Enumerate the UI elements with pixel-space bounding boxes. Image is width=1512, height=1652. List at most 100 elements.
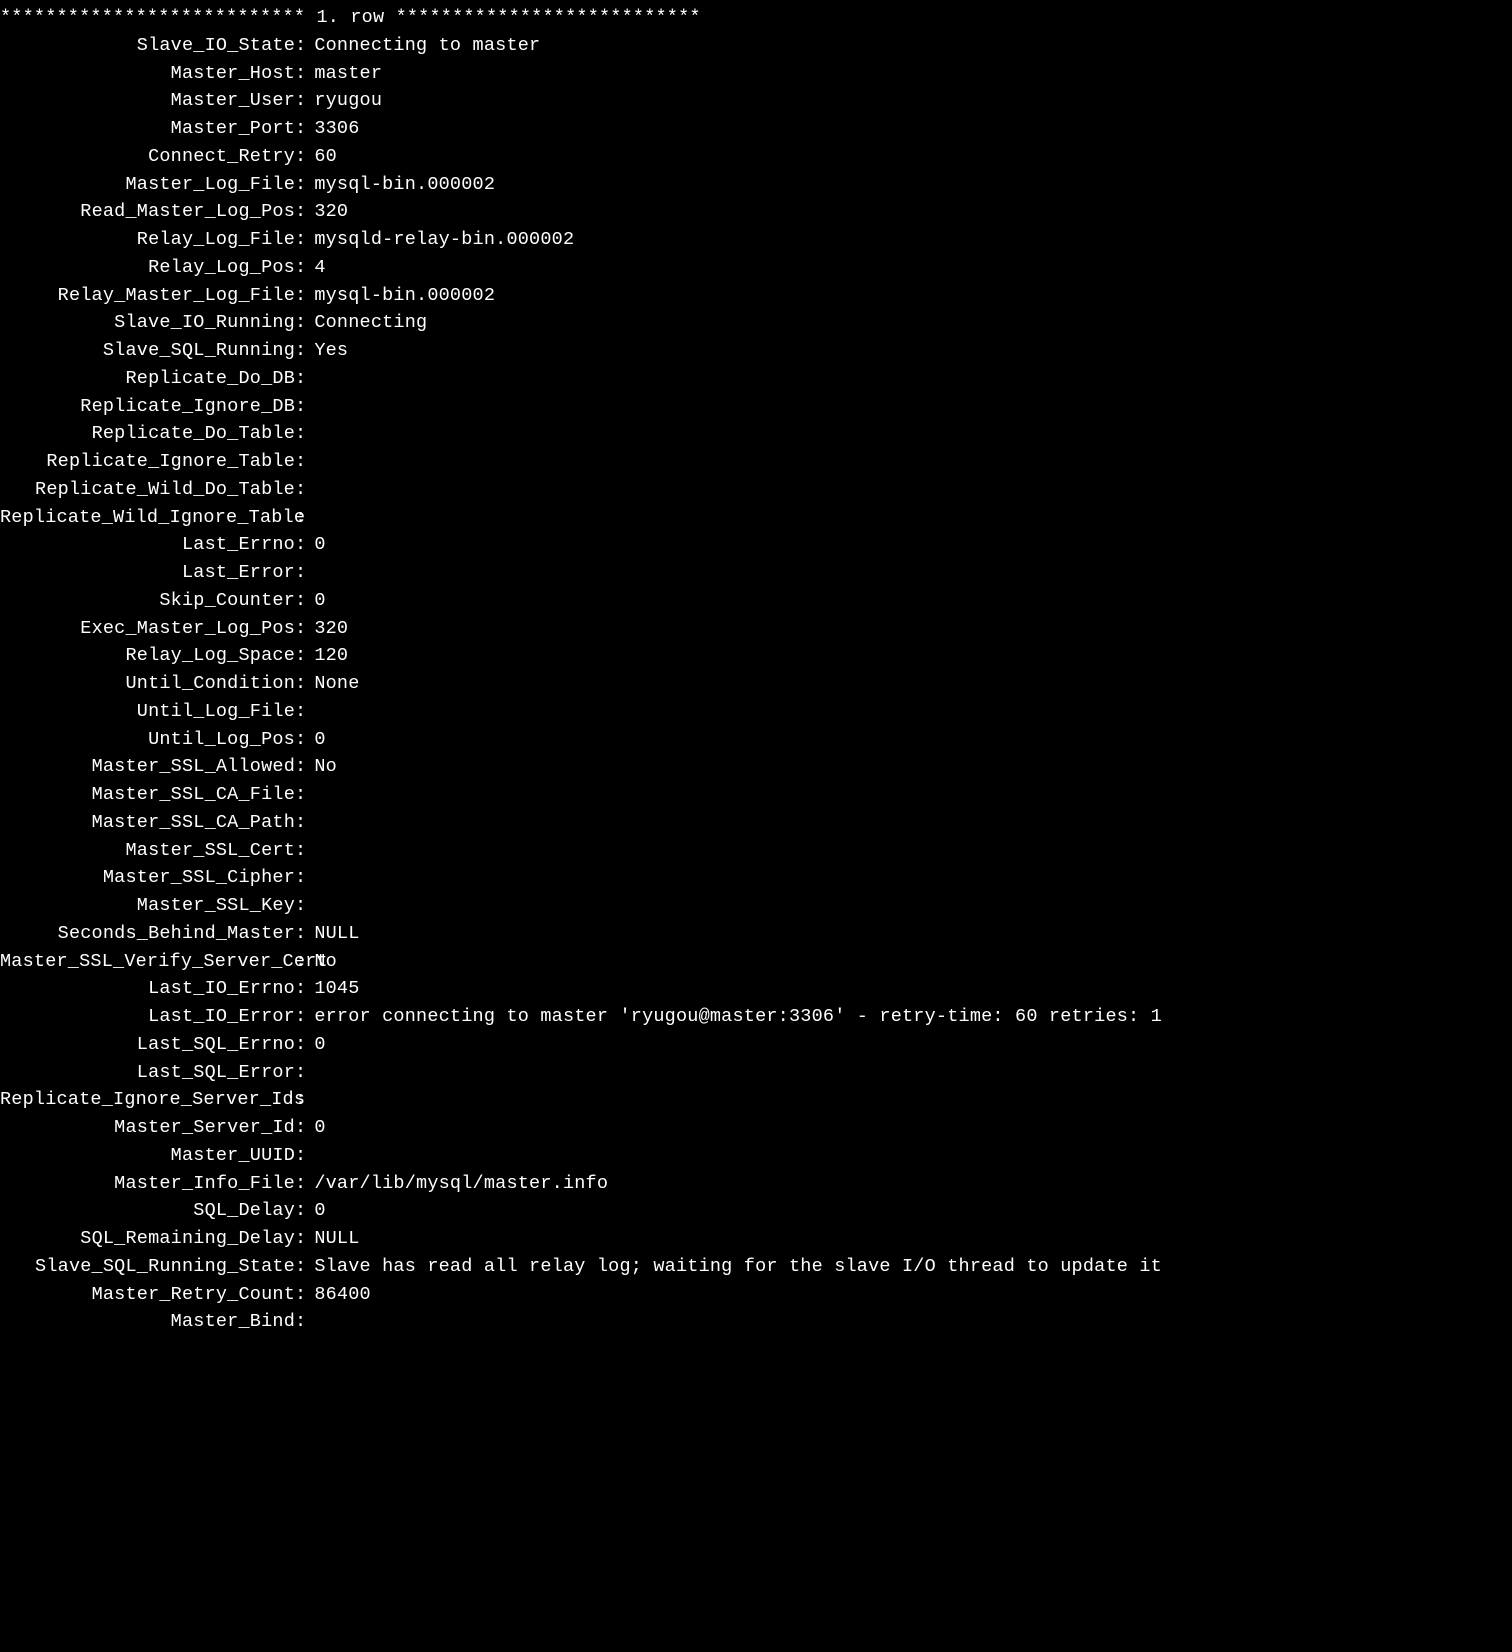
colon-separator: : xyxy=(295,812,306,833)
colon-separator: : xyxy=(295,729,306,750)
field-label: Relay_Log_File xyxy=(0,226,295,254)
status-row: Master_Port:3306 xyxy=(0,115,1512,143)
field-value: 0 xyxy=(306,1117,325,1138)
field-value xyxy=(306,368,314,389)
field-label: Until_Condition xyxy=(0,670,295,698)
field-value: Yes xyxy=(306,340,348,361)
field-label: Master_UUID xyxy=(0,1142,295,1170)
colon-separator: : xyxy=(295,923,306,944)
colon-separator: : xyxy=(295,507,306,528)
field-value: 0 xyxy=(306,729,325,750)
field-label: Master_SSL_CA_Path xyxy=(0,809,295,837)
field-value: ryugou xyxy=(306,90,382,111)
status-row: SQL_Remaining_Delay:NULL xyxy=(0,1225,1512,1253)
status-row: Master_Host:master xyxy=(0,60,1512,88)
field-value xyxy=(306,1145,314,1166)
field-value xyxy=(306,1062,314,1083)
field-value: Connecting xyxy=(306,312,427,333)
field-value xyxy=(306,1311,314,1332)
status-row: Slave_SQL_Running_State:Slave has read a… xyxy=(0,1253,1512,1281)
colon-separator: : xyxy=(295,1117,306,1138)
status-row: SQL_Delay:0 xyxy=(0,1197,1512,1225)
field-label: Replicate_Wild_Ignore_Table xyxy=(0,504,295,532)
colon-separator: : xyxy=(295,1311,306,1332)
field-value xyxy=(306,507,314,528)
field-label: Master_Port xyxy=(0,115,295,143)
colon-separator: : xyxy=(295,1200,306,1221)
field-label: Slave_IO_State xyxy=(0,32,295,60)
colon-separator: : xyxy=(295,257,306,278)
field-label: Master_Bind xyxy=(0,1308,295,1336)
colon-separator: : xyxy=(295,312,306,333)
colon-separator: : xyxy=(295,285,306,306)
status-row: Slave_IO_Running:Connecting xyxy=(0,309,1512,337)
field-value xyxy=(306,895,314,916)
field-value xyxy=(306,1089,314,1110)
field-value: 60 xyxy=(306,146,337,167)
field-label: Master_SSL_CA_File xyxy=(0,781,295,809)
field-label: Skip_Counter xyxy=(0,587,295,615)
status-row: Master_SSL_Verify_Server_Cert:No xyxy=(0,948,1512,976)
field-value xyxy=(306,451,314,472)
colon-separator: : xyxy=(295,784,306,805)
field-label: Master_Retry_Count xyxy=(0,1281,295,1309)
colon-separator: : xyxy=(295,840,306,861)
field-label: Last_SQL_Errno xyxy=(0,1031,295,1059)
field-value: 0 xyxy=(306,1034,325,1055)
field-label: Exec_Master_Log_Pos xyxy=(0,615,295,643)
terminal-output: *************************** 1. row *****… xyxy=(0,4,1512,1336)
field-label: Replicate_Do_Table xyxy=(0,420,295,448)
colon-separator: : xyxy=(295,756,306,777)
field-value: 320 xyxy=(306,618,348,639)
colon-separator: : xyxy=(295,63,306,84)
status-row: Master_SSL_Cert: xyxy=(0,837,1512,865)
colon-separator: : xyxy=(295,368,306,389)
field-label: Until_Log_Pos xyxy=(0,726,295,754)
status-row: Replicate_Do_Table: xyxy=(0,420,1512,448)
colon-separator: : xyxy=(295,396,306,417)
status-row: Last_Errno:0 xyxy=(0,531,1512,559)
field-label: Connect_Retry xyxy=(0,143,295,171)
field-value: NULL xyxy=(306,923,359,944)
field-value: NULL xyxy=(306,1228,359,1249)
colon-separator: : xyxy=(295,701,306,722)
field-value: 0 xyxy=(306,590,325,611)
status-row: Slave_SQL_Running:Yes xyxy=(0,337,1512,365)
status-row: Last_IO_Error:error connecting to master… xyxy=(0,1003,1512,1031)
field-value: None xyxy=(306,673,359,694)
field-label: Slave_IO_Running xyxy=(0,309,295,337)
colon-separator: : xyxy=(295,1173,306,1194)
status-row: Replicate_Ignore_Table: xyxy=(0,448,1512,476)
field-value xyxy=(306,423,314,444)
field-value: error connecting to master 'ryugou@maste… xyxy=(306,1006,1162,1027)
status-row: Until_Log_File: xyxy=(0,698,1512,726)
status-rows-container: Slave_IO_State:Connecting to masterMaste… xyxy=(0,32,1512,1336)
field-label: Last_IO_Errno xyxy=(0,975,295,1003)
status-row: Seconds_Behind_Master:NULL xyxy=(0,920,1512,948)
field-label: Master_SSL_Allowed xyxy=(0,753,295,781)
status-row: Connect_Retry:60 xyxy=(0,143,1512,171)
status-row: Master_User:ryugou xyxy=(0,87,1512,115)
colon-separator: : xyxy=(295,867,306,888)
field-value: 4 xyxy=(306,257,325,278)
status-row: Master_SSL_Allowed:No xyxy=(0,753,1512,781)
colon-separator: : xyxy=(295,340,306,361)
field-label: Replicate_Do_DB xyxy=(0,365,295,393)
field-label: Master_Info_File xyxy=(0,1170,295,1198)
field-label: Master_SSL_Cipher xyxy=(0,864,295,892)
colon-separator: : xyxy=(295,534,306,555)
status-row: Replicate_Ignore_DB: xyxy=(0,393,1512,421)
status-row: Replicate_Wild_Ignore_Table: xyxy=(0,504,1512,532)
row-header: *************************** 1. row *****… xyxy=(0,4,1512,32)
status-row: Relay_Log_Space:120 xyxy=(0,642,1512,670)
colon-separator: : xyxy=(295,673,306,694)
status-row: Relay_Master_Log_File:mysql-bin.000002 xyxy=(0,282,1512,310)
colon-separator: : xyxy=(295,978,306,999)
field-label: Relay_Log_Pos xyxy=(0,254,295,282)
field-value: No xyxy=(306,756,337,777)
status-row: Master_Log_File:mysql-bin.000002 xyxy=(0,171,1512,199)
colon-separator: : xyxy=(295,146,306,167)
colon-separator: : xyxy=(295,423,306,444)
status-row: Slave_IO_State:Connecting to master xyxy=(0,32,1512,60)
field-label: Replicate_Wild_Do_Table xyxy=(0,476,295,504)
